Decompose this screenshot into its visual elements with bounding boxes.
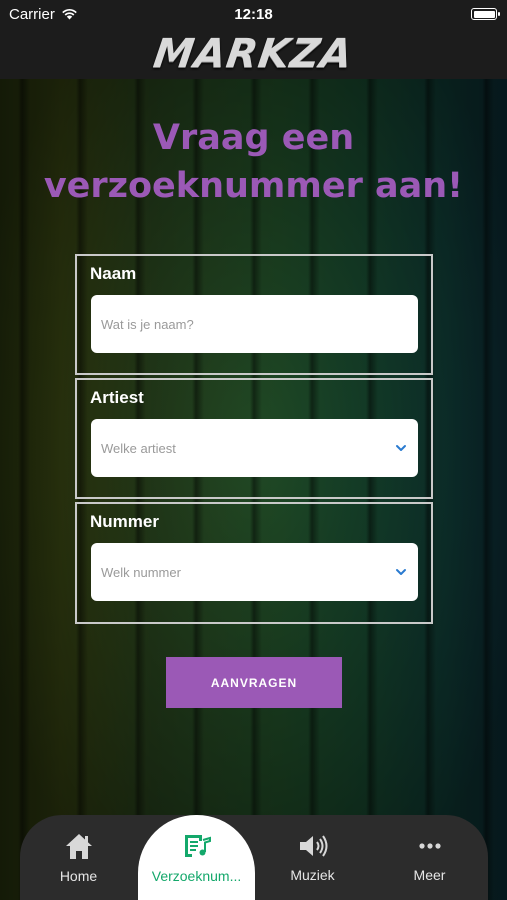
tab-home-label: Home bbox=[59, 867, 98, 884]
tab-home[interactable]: Home bbox=[20, 815, 137, 900]
track-label: Nummer bbox=[90, 512, 159, 531]
chevron-down-icon bbox=[396, 445, 406, 451]
app-header: MARKZA bbox=[0, 28, 507, 79]
name-field-group: Naam Wat is je naam? bbox=[75, 254, 433, 375]
name-label: Naam bbox=[90, 264, 137, 283]
carrier-label: Carrier bbox=[9, 5, 55, 23]
wifi-icon bbox=[62, 8, 77, 20]
speaker-icon bbox=[299, 834, 327, 857]
page-title: Vraag een verzoeknummer aan! bbox=[43, 118, 464, 206]
track-select[interactable]: Welk nummer bbox=[91, 543, 418, 601]
music-note-list-icon bbox=[184, 834, 211, 857]
artist-field-group: Artiest Welke artiest bbox=[75, 378, 433, 499]
status-left: Carrier bbox=[9, 6, 78, 23]
brand-logo[interactable]: MARKZA bbox=[151, 31, 356, 77]
request-button[interactable]: AANVRAGEN bbox=[166, 657, 342, 708]
artist-placeholder: Welke artiest bbox=[101, 440, 176, 456]
name-placeholder: Wat is je naam? bbox=[101, 316, 194, 332]
tab-music[interactable]: Muziek bbox=[254, 815, 371, 900]
tab-music-label: Muziek bbox=[290, 866, 335, 883]
track-placeholder: Welk nummer bbox=[101, 564, 181, 580]
artist-label: Artiest bbox=[90, 388, 144, 407]
tab-more[interactable]: Meer bbox=[371, 815, 488, 900]
artist-select[interactable]: Welke artiest bbox=[91, 419, 418, 477]
track-field-group: Nummer Welk nummer bbox=[75, 502, 433, 624]
tab-more-label: Meer bbox=[413, 866, 446, 883]
more-dots-icon bbox=[418, 842, 441, 849]
tab-requests-label: Verzoeknum... bbox=[151, 867, 242, 884]
chevron-down-icon bbox=[396, 569, 406, 575]
battery-icon bbox=[471, 8, 500, 20]
name-input[interactable]: Wat is je naam? bbox=[91, 295, 418, 353]
status-bar: Carrier 12:18 bbox=[0, 0, 507, 28]
home-icon bbox=[65, 833, 92, 859]
